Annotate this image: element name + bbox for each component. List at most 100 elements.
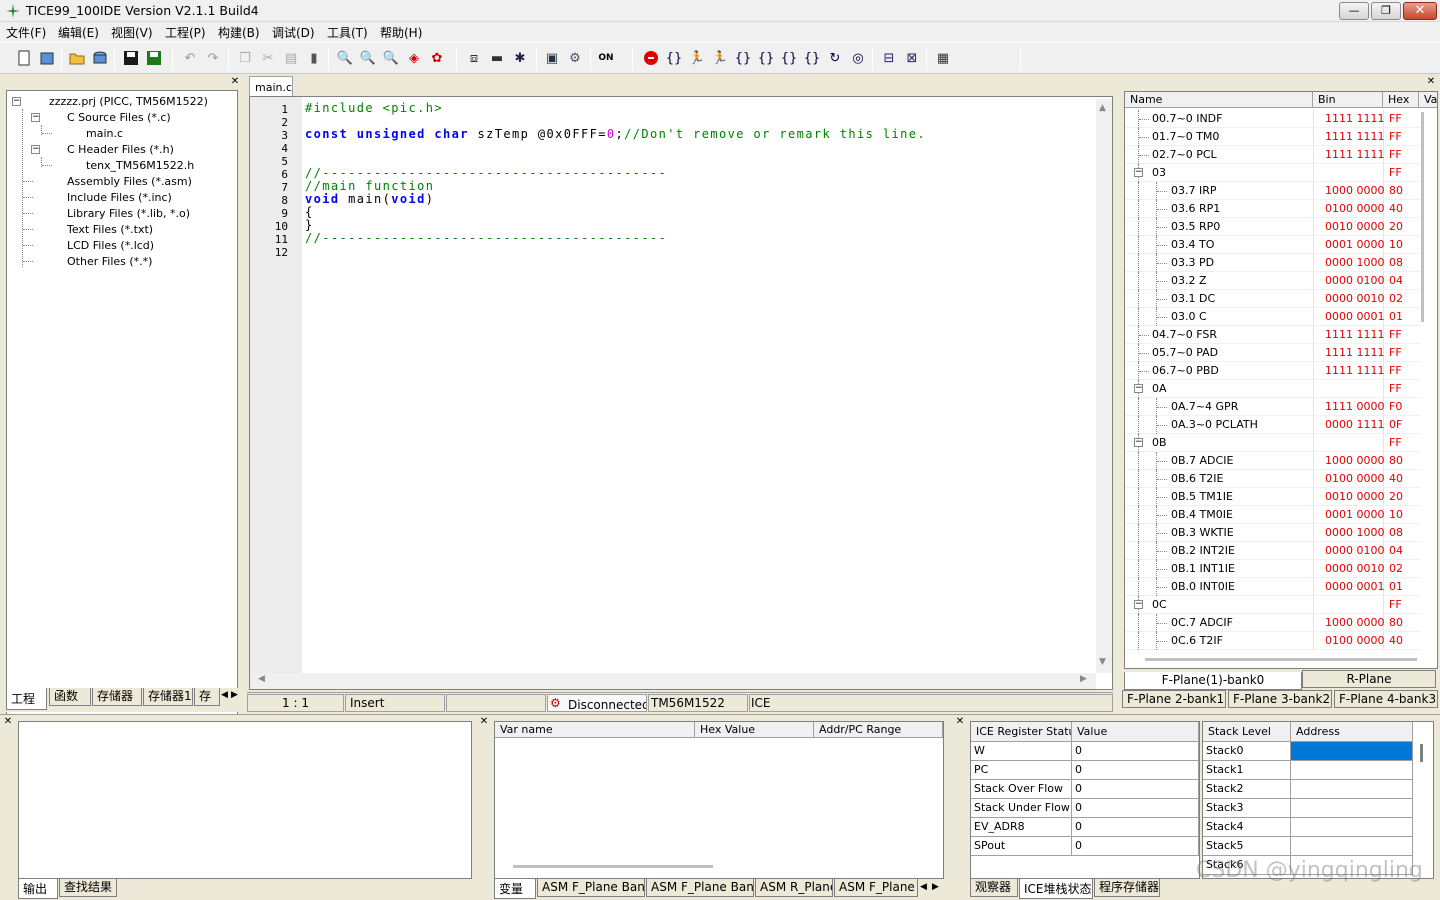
col-hex-value[interactable]: Hex Value [695, 722, 814, 738]
step-over-icon[interactable]: {} [733, 48, 753, 68]
register-row[interactable]: 0B.5 TM1IE 0010 0000 20 [1125, 488, 1421, 506]
register-row[interactable]: 04.7~0 FSR 1111 1111 FF [1125, 326, 1421, 344]
new-file-icon[interactable] [14, 48, 34, 68]
register-row[interactable]: 06.7~0 PBD 1111 1111 FF [1125, 362, 1421, 380]
build-icon[interactable]: ▬ [487, 48, 507, 68]
cut-icon[interactable]: ✂ [258, 48, 278, 68]
register-hscroll-thumb[interactable] [1145, 658, 1417, 661]
stack-address[interactable] [1291, 799, 1413, 818]
tab-program-memory[interactable]: 程序存储器 [1094, 879, 1160, 897]
col-hex[interactable]: Hex [1383, 92, 1419, 108]
run-free-icon[interactable]: 🏃 [710, 48, 730, 68]
code-line[interactable]: #include <pic.h> [305, 102, 443, 115]
col-bin[interactable]: Bin [1313, 92, 1383, 108]
find-in-files-icon[interactable]: ✿ [427, 48, 447, 68]
find-icon[interactable]: 🔍 [335, 48, 355, 68]
close-panel-icon[interactable]: ✕ [1426, 77, 1436, 87]
minimize-button[interactable]: — [1339, 2, 1369, 20]
tree-item-lcd[interactable]: LCD Files (*.lcd) [67, 239, 154, 252]
editor-tab-main-c[interactable]: main.c [249, 76, 293, 96]
window-layout-icon[interactable]: ▦ [933, 48, 953, 68]
tree-item-text[interactable]: Text Files (*.txt) [67, 223, 153, 236]
open-folder-icon[interactable] [67, 48, 87, 68]
replace-icon[interactable]: ◈ [404, 48, 424, 68]
connect-icon[interactable]: ⚙ [565, 48, 585, 68]
maximize-button[interactable]: ❐ [1371, 2, 1401, 20]
close-panel-icon[interactable]: ✕ [479, 717, 489, 727]
ice-register-value[interactable]: 0 [1072, 761, 1199, 780]
scroll-up-icon[interactable]: ▲ [1099, 103, 1106, 113]
code-line[interactable]: const unsigned char szTemp @0x0FFF=0;//D… [305, 128, 926, 141]
register-row[interactable]: −0C FF [1125, 596, 1421, 614]
tab-asm-fplane-bank1[interactable]: ASM F_Plane Bank1 [646, 879, 754, 897]
register-row[interactable]: 0B.6 T2IE 0100 0000 40 [1125, 470, 1421, 488]
ice-register-value[interactable]: 0 [1072, 837, 1199, 856]
stack-scroll-thumb[interactable] [1420, 744, 1423, 762]
col-value[interactable]: Va [1419, 92, 1437, 108]
register-row[interactable]: 0B.4 TM0IE 0001 0000 10 [1125, 506, 1421, 524]
register-row[interactable]: 0A.3~0 PCLATH 0000 1111 0F [1125, 416, 1421, 434]
menu-file[interactable]: 文件(F) [6, 24, 46, 41]
col-var-name[interactable]: Var name [495, 722, 695, 738]
register-scroll-thumb[interactable] [1421, 112, 1424, 322]
tree-item-c-source[interactable]: C Source Files (*.c) [67, 111, 171, 124]
menu-help[interactable]: 帮助(H) [380, 24, 422, 41]
col-name[interactable]: Name [1125, 92, 1313, 108]
scroll-down-icon[interactable]: ▼ [1099, 657, 1106, 667]
clear-bp-icon[interactable]: ⊠ [902, 48, 922, 68]
chip-icon[interactable]: ▣ [542, 48, 562, 68]
tab-scroll-right-icon[interactable]: ▶ [231, 690, 238, 700]
editor-hscroll[interactable]: ◀ ▶ [252, 673, 1096, 689]
register-row[interactable]: −0A FF [1125, 380, 1421, 398]
tree-item-other[interactable]: Other Files (*.*) [67, 255, 152, 268]
tab-asm-fplane-bank0[interactable]: ASM F_Plane Bank0 [537, 879, 645, 897]
run-icon[interactable]: 🏃 [687, 48, 707, 68]
checksum-icon[interactable]: ON [596, 48, 616, 68]
register-row[interactable]: 0B.1 INT1IE 0000 0010 02 [1125, 560, 1421, 578]
tab-ice-stack[interactable]: ICE堆栈状态 [1019, 879, 1093, 899]
col-stack-address[interactable]: Address [1291, 722, 1413, 742]
step-out-icon[interactable]: {} [756, 48, 776, 68]
tree-item-include[interactable]: Include Files (*.inc) [67, 191, 172, 204]
col-ice-value[interactable]: Value [1072, 722, 1199, 742]
tree-item-assembly[interactable]: Assembly Files (*.asm) [67, 175, 192, 188]
register-row[interactable]: 0C.6 T2IF 0100 0000 40 [1125, 632, 1421, 650]
register-row[interactable]: 05.7~0 PAD 1111 1111 FF [1125, 344, 1421, 362]
register-row[interactable]: 02.7~0 PCL 1111 1111 FF [1125, 146, 1421, 164]
expand-root-icon[interactable]: − [12, 97, 21, 106]
code-line[interactable]: //--------------------------------------… [305, 232, 667, 245]
save-all-icon[interactable] [144, 48, 164, 68]
paste-icon[interactable]: ▤ [281, 48, 301, 68]
stack-address[interactable] [1291, 742, 1413, 761]
menu-build[interactable]: 构建(B) [218, 24, 260, 41]
register-row[interactable]: 01.7~0 TM0 1111 1111 FF [1125, 128, 1421, 146]
tab-scroll-right-icon[interactable]: ▶ [932, 882, 939, 892]
reset-icon[interactable]: ↻ [825, 48, 845, 68]
project-root[interactable]: zzzzz.prj (PICC, TM56M1522) [49, 95, 208, 108]
breakpoint-icon[interactable]: ◎ [848, 48, 868, 68]
tab-fplane2-bank1[interactable]: F-Plane 2-bank1 [1122, 690, 1226, 708]
tab-watch[interactable]: 观察器 [970, 879, 1018, 897]
register-row[interactable]: 03.1 DC 0000 0010 02 [1125, 290, 1421, 308]
tab-output[interactable]: 输出 [18, 879, 58, 899]
new-project-icon[interactable] [37, 48, 57, 68]
register-row[interactable]: 0B.7 ADCIE 1000 0000 80 [1125, 452, 1421, 470]
tab-scroll-left-icon[interactable]: ◀ [221, 690, 228, 700]
tab-asm-fplane-e[interactable]: ASM F_Plane E [834, 879, 918, 897]
tab-rplane[interactable]: R-Plane [1302, 670, 1436, 688]
register-row[interactable]: 03.2 Z 0000 0100 04 [1125, 272, 1421, 290]
tab-project[interactable]: 工程 [6, 688, 47, 710]
register-row[interactable]: 03.7 IRP 1000 0000 80 [1125, 182, 1421, 200]
register-row[interactable]: −0B FF [1125, 434, 1421, 452]
stack-address[interactable] [1291, 761, 1413, 780]
expand-icon[interactable]: − [31, 145, 40, 154]
register-row[interactable]: 03.4 TO 0001 0000 10 [1125, 236, 1421, 254]
tab-fplane-bank0[interactable]: F-Plane(1)-bank0 [1124, 672, 1302, 690]
tab-functions[interactable]: 函数 [49, 688, 91, 706]
expand-icon[interactable]: − [1134, 384, 1143, 393]
register-row[interactable]: −03 FF [1125, 164, 1421, 182]
menu-debug[interactable]: 调试(D) [272, 24, 315, 41]
col-addr-range[interactable]: Addr/PC Range [814, 722, 943, 738]
col-ice-status[interactable]: ICE Register Status [971, 722, 1072, 742]
ice-register-value[interactable]: 0 [1072, 742, 1199, 761]
